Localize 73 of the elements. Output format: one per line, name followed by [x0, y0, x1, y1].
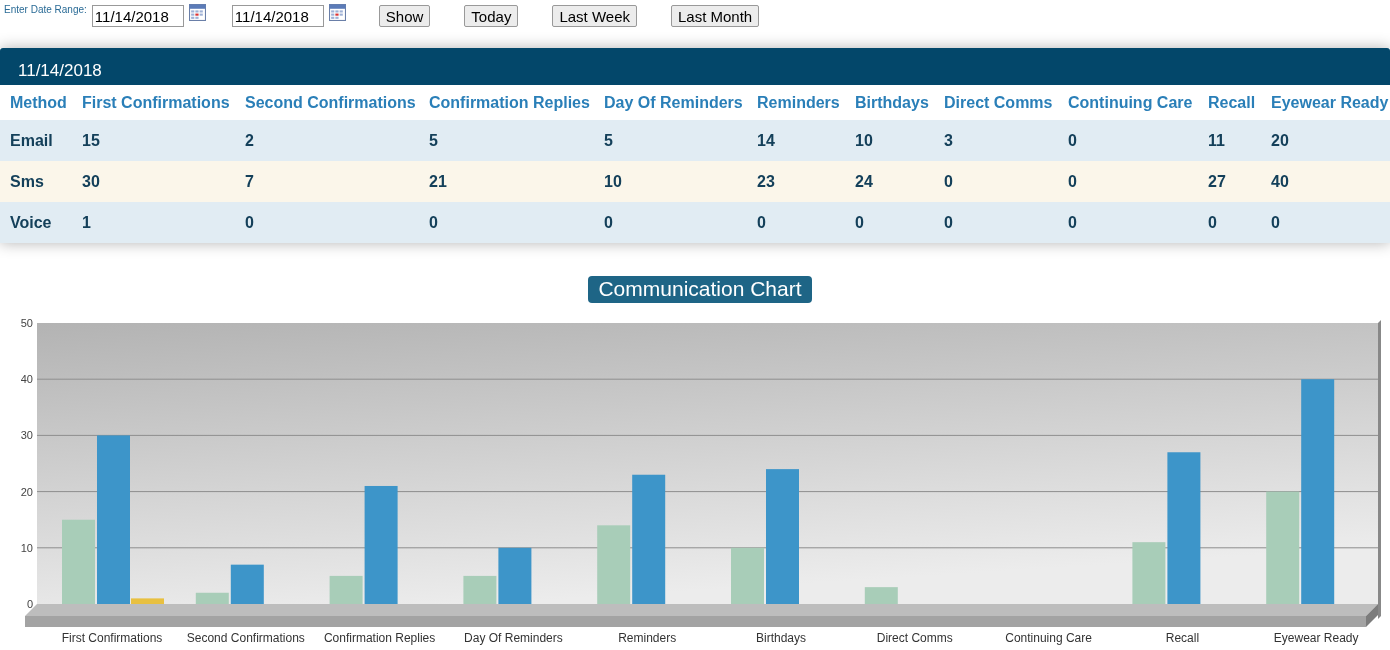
table-cell: 0 — [1261, 202, 1390, 243]
table-cell: Email — [0, 120, 72, 161]
table-title: 11/14/2018 — [0, 48, 1390, 85]
x-axis-label: Day Of Reminders — [464, 631, 563, 645]
table-cell: 3 — [934, 120, 1058, 161]
table-cell: Sms — [0, 161, 72, 202]
table-cell: 20 — [1261, 120, 1390, 161]
x-axis-label: Eyewear Ready — [1273, 631, 1359, 645]
bar — [864, 587, 898, 604]
column-header: Eyewear Ready — [1261, 85, 1390, 120]
column-header: Day Of Reminders — [594, 85, 747, 120]
column-header: Birthdays — [845, 85, 934, 120]
chart-title: Communication Chart — [588, 276, 812, 303]
column-header: Second Confirmations — [235, 85, 419, 120]
calendar-icon[interactable] — [188, 4, 206, 21]
y-tick-label: 10 — [20, 541, 33, 554]
x-axis-label: Birthdays — [756, 631, 806, 645]
table-cell: 40 — [1261, 161, 1390, 202]
table-cell: 0 — [1058, 161, 1198, 202]
table-cell: 0 — [1198, 202, 1261, 243]
x-axis-label: Recall — [1165, 631, 1200, 645]
y-tick-label: 0 — [26, 598, 33, 610]
table-cell: 0 — [934, 161, 1058, 202]
table-cell: 0 — [235, 202, 419, 243]
calendar-icon[interactable] — [328, 4, 346, 21]
table-cell: 7 — [235, 161, 419, 202]
column-header: Recall — [1198, 85, 1261, 120]
range-button[interactable]: Last Week — [552, 5, 637, 27]
x-axis-label: First Confirmations — [61, 631, 163, 645]
table-cell: 2 — [235, 120, 419, 161]
start-date-field[interactable]: 11/14/2018 — [91, 5, 184, 27]
table-cell: 0 — [1058, 202, 1198, 243]
table-cell: 5 — [594, 120, 747, 161]
table-cell: Voice — [0, 202, 72, 243]
y-tick-label: 20 — [20, 485, 33, 498]
table-cell: 11 — [1198, 120, 1261, 161]
table-cell: 15 — [72, 120, 235, 161]
bar — [731, 547, 764, 604]
table-cell: 24 — [845, 161, 934, 202]
x-axis-label: Second Confirmations — [186, 631, 305, 645]
x-axis-label: Continuing Care — [1005, 631, 1092, 645]
y-tick-label: 30 — [20, 429, 33, 442]
column-header: Reminders — [747, 85, 845, 120]
x-axis-label: Confirmation Replies — [323, 631, 436, 645]
x-axis-label: Reminders — [618, 631, 677, 645]
y-tick-label: 40 — [20, 373, 33, 386]
x-axis-label: Direct Comms — [876, 631, 953, 645]
table-cell: 30 — [72, 161, 235, 202]
table-cell: 0 — [1058, 120, 1198, 161]
table-cell: 0 — [419, 202, 594, 243]
range-button[interactable]: Today — [464, 5, 519, 27]
column-header: Continuing Care — [1058, 85, 1198, 120]
column-header: Confirmation Replies — [419, 85, 594, 120]
date-range-label: Enter Date Range: — [4, 4, 87, 15]
table-cell: 5 — [419, 120, 594, 161]
column-header: Direct Comms — [934, 85, 1058, 120]
column-header: Method — [0, 85, 72, 120]
table-cell: 0 — [845, 202, 934, 243]
table-cell: 14 — [747, 120, 845, 161]
table-cell: 0 — [934, 202, 1058, 243]
table-cell: 27 — [1198, 161, 1261, 202]
y-tick-label: 50 — [20, 317, 33, 329]
table-cell: 23 — [747, 161, 845, 202]
table-cell: 0 — [747, 202, 845, 243]
column-header: First Confirmations — [72, 85, 235, 120]
range-button[interactable]: Show — [378, 5, 431, 27]
table-cell: 21 — [419, 161, 594, 202]
table-cell: 10 — [845, 120, 934, 161]
end-date-field[interactable]: 11/14/2018 — [231, 5, 324, 27]
table-cell: 0 — [594, 202, 747, 243]
table-cell: 1 — [72, 202, 235, 243]
range-button[interactable]: Last Month — [671, 5, 760, 27]
table-cell: 10 — [594, 161, 747, 202]
